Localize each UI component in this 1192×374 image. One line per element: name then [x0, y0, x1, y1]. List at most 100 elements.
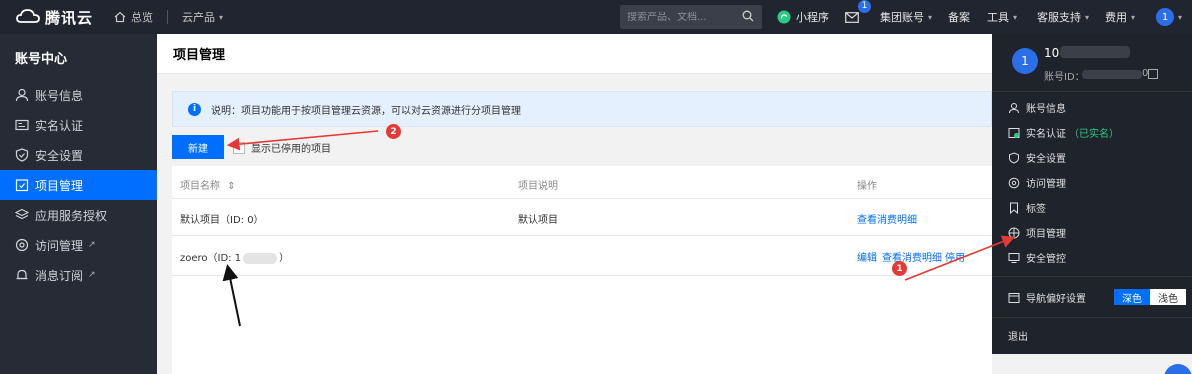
main-content: 项目管理 i 说明：项目功能用于按项目管理云资源，可以对云资源进行分项目管理 新… [157, 34, 992, 374]
table-row: 默认项目（ID: 0） 默认项目 查看消费明细 [172, 199, 992, 236]
access-icon [15, 238, 29, 252]
overview-link[interactable]: 总览 [114, 9, 153, 25]
column-header-name[interactable]: 项目名称 ⇕ [180, 177, 236, 192]
help-bubble[interactable] [1164, 364, 1192, 374]
view-billing-link[interactable]: 查看消费明细 [857, 211, 917, 226]
menu-item-account-info[interactable]: 账号信息 [992, 95, 1192, 120]
menu-item-label: 项目管理 [1026, 229, 1066, 240]
menu-item-real-name[interactable]: 实名认证 （已实名） [992, 120, 1192, 145]
sidebar-item-real-name[interactable]: 实名认证 [0, 110, 157, 140]
logo[interactable]: 腾讯云 [16, 7, 94, 28]
beian-link[interactable]: 备案 [948, 0, 970, 34]
new-project-button[interactable]: 新建 [172, 135, 224, 159]
chevron-down-icon: ▾ [1178, 12, 1183, 22]
tools-label: 工具 [987, 11, 1009, 24]
chevron-down-icon: ▾ [1013, 12, 1018, 22]
sidebar: 账号中心 账号信息 实名认证 安全设置 项目管理 应用服务授权 访问管理 ↗ 消… [0, 34, 157, 374]
overview-label: 总览 [131, 11, 153, 24]
verified-id-icon [1008, 127, 1020, 138]
menu-item-access-management[interactable]: 访问管理 [992, 170, 1192, 195]
sidebar-item-access-management[interactable]: 访问管理 ↗ [0, 230, 157, 260]
menu-item-tags[interactable]: 标签 [992, 195, 1192, 220]
redacted-account-id [1082, 70, 1142, 79]
access-icon [1008, 177, 1020, 188]
project-table: 项目名称 ⇕ 项目说明 操作 默认项目（ID: 0） 默认项目 查看消费明细 z… [172, 166, 992, 374]
theme-dark-option[interactable]: 深色 [1114, 289, 1150, 305]
menu-item-security-control[interactable]: 安全管控 [992, 245, 1192, 270]
bookmark-icon [1010, 202, 1018, 214]
menu-item-label: 安全设置 [1026, 154, 1066, 165]
sidebar-item-label: 消息订阅 [35, 268, 84, 283]
info-icon: i [188, 102, 201, 116]
logout-button[interactable]: 退出 [992, 323, 1192, 348]
user-avatar-menu[interactable]: 1 ▾ [1156, 0, 1182, 34]
external-link-icon: ↗ [88, 270, 96, 280]
copy-icon[interactable] [1148, 69, 1158, 79]
sidebar-item-project-management[interactable]: 项目管理 [0, 170, 157, 200]
page-title: 项目管理 [157, 34, 992, 74]
search-box[interactable] [620, 5, 762, 29]
tools-menu[interactable]: 工具 ▾ [987, 0, 1017, 34]
sidebar-item-label: 安全设置 [35, 148, 84, 163]
sort-icon[interactable]: ⇕ [227, 181, 235, 192]
view-billing-link[interactable]: 查看消费明细 [882, 249, 942, 264]
project-name: zoero（ID: 1 ） [180, 249, 289, 264]
redacted-name [1060, 46, 1130, 58]
mini-program-icon [777, 10, 791, 24]
logout-label: 退出 [1008, 332, 1028, 343]
sidebar-item-account-info[interactable]: 账号信息 [0, 80, 157, 110]
edit-link[interactable]: 编辑 [857, 249, 877, 264]
sidebar-item-security[interactable]: 安全设置 [0, 140, 157, 170]
annotation-marker-1: 1 [892, 261, 907, 276]
chevron-down-icon: ▾ [1085, 12, 1090, 22]
mini-program-label: 小程序 [796, 11, 829, 24]
billing-menu[interactable]: 费用 ▾ [1105, 0, 1135, 34]
show-disabled-checkbox[interactable] [233, 141, 245, 154]
menu-item-label: 实名认证 [1026, 129, 1066, 140]
message-button[interactable] [845, 0, 859, 34]
account-summary: 1 100 账号ID： 0 [992, 34, 1192, 92]
sidebar-item-label: 访问管理 [35, 238, 84, 253]
sidebar-item-message-subscription[interactable]: 消息订阅 ↗ [0, 260, 157, 290]
menu-item-project-management[interactable]: 项目管理 [992, 220, 1192, 245]
table-row: zoero（ID: 1 ） 编辑 查看消费明细 停用 [172, 236, 992, 276]
sidebar-item-app-auth[interactable]: 应用服务授权 [0, 200, 157, 230]
show-disabled-toggle[interactable]: 显示已停用的项目 [233, 140, 331, 155]
redacted-id [243, 252, 278, 264]
info-notice: i 说明：项目功能用于按项目管理云资源，可以对云资源进行分项目管理 [172, 91, 992, 127]
layout-icon [1008, 292, 1020, 303]
account-id-label: 账号ID： [1044, 72, 1085, 83]
home-icon [114, 11, 126, 23]
disable-link[interactable]: 停用 [945, 249, 965, 264]
shield-icon [15, 148, 29, 162]
menu-item-label: 访问管理 [1026, 179, 1066, 190]
user-icon [15, 88, 29, 102]
sidebar-title: 账号中心 [15, 51, 68, 67]
top-navigation-bar: 腾讯云 总览 云产品 ▾ 小程序 1 集团账号 ▾ 备案 工具 ▾ 客服支持 ▾… [0, 0, 1192, 34]
group-account-menu[interactable]: 集团账号 ▾ [880, 0, 932, 34]
annotation-marker-2: 2 [386, 124, 401, 139]
chevron-down-icon: ▾ [219, 12, 224, 22]
menu-item-label: 标签 [1026, 204, 1046, 215]
cloud-logo-icon [16, 9, 40, 23]
group-account-label: 集团账号 [880, 11, 924, 24]
theme-light-option[interactable]: 浅色 [1150, 289, 1186, 305]
shield-icon [1009, 151, 1019, 164]
message-count-badge: 1 [858, 0, 871, 13]
menu-divider [992, 317, 1192, 318]
mail-icon [845, 11, 859, 23]
menu-item-security[interactable]: 安全设置 [992, 145, 1192, 170]
search-input[interactable] [620, 11, 735, 23]
search-icon[interactable] [742, 10, 754, 22]
column-header-actions: 操作 [857, 181, 877, 192]
sidebar-item-label: 应用服务授权 [35, 208, 108, 223]
nav-divider [167, 10, 168, 24]
beian-label: 备案 [948, 11, 970, 24]
support-menu[interactable]: 客服支持 ▾ [1037, 0, 1089, 34]
theme-toggle[interactable]: 深色 浅色 [1114, 289, 1186, 305]
avatar: 1 [1156, 8, 1174, 26]
external-link-icon: ↗ [88, 240, 96, 250]
cloud-products-menu[interactable]: 云产品 ▾ [182, 9, 223, 25]
mini-program-link[interactable]: 小程序 [777, 0, 829, 34]
support-label: 客服支持 [1037, 11, 1081, 24]
